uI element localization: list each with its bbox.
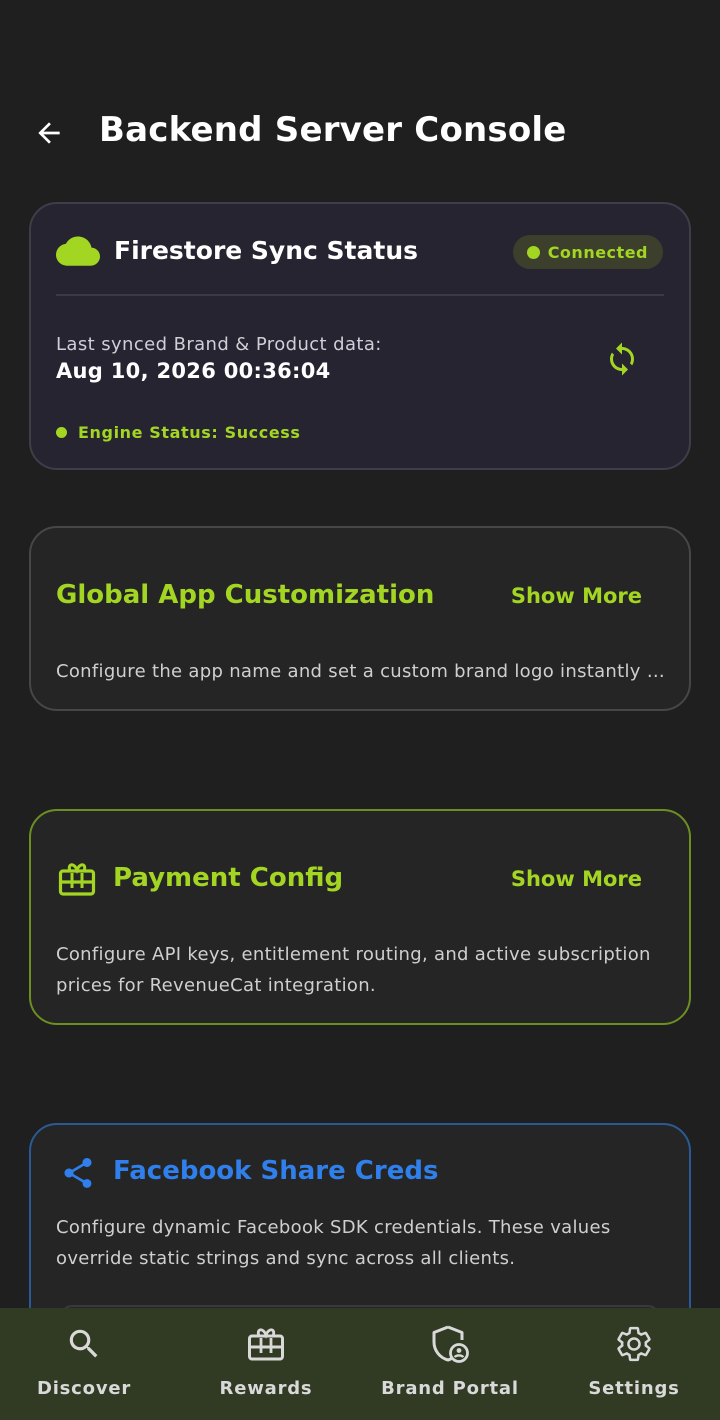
facebook-share-creds-description: Configure dynamic Facebook SDK credentia… bbox=[56, 1217, 611, 1269]
payment-config-show-more-button[interactable]: Show More bbox=[511, 867, 642, 891]
engine-status-label: Engine Status: Success bbox=[78, 423, 301, 442]
last-synced-timestamp: Aug 10, 2026 00:36:04 bbox=[56, 359, 331, 383]
status-dot bbox=[526, 245, 540, 259]
engine-status-dot bbox=[56, 427, 67, 438]
nav-item-rewards[interactable]: Rewards bbox=[204, 1308, 328, 1420]
screen: Backend Server Console Firestore Sync St… bbox=[0, 0, 720, 1420]
firestore-sync-card: Firestore Sync Status Connected Last syn… bbox=[29, 202, 691, 470]
share-icon bbox=[60, 1154, 96, 1196]
nav-label-brand-portal: Brand Portal bbox=[381, 1378, 519, 1399]
bottom-navigation: Discover Rewards Brand Portal Settings bbox=[0, 1308, 720, 1420]
last-synced-label: Last synced Brand & Product data: bbox=[56, 334, 382, 355]
cloud-icon bbox=[56, 235, 100, 271]
payment-config-title: Payment Config bbox=[113, 863, 344, 893]
shield-user-icon bbox=[430, 1324, 470, 1364]
connection-status-label: Connected bbox=[547, 242, 648, 262]
facebook-share-creds-title: Facebook Share Creds bbox=[113, 1156, 439, 1186]
gift-icon bbox=[246, 1324, 286, 1364]
sync-refresh-button[interactable] bbox=[601, 338, 643, 380]
engine-status: Engine Status: Success bbox=[56, 423, 301, 442]
gift-card-icon bbox=[58, 861, 96, 901]
app-header: Backend Server Console bbox=[0, 96, 720, 168]
page-title: Backend Server Console bbox=[99, 110, 567, 150]
payment-config-description: Configure API keys, entitlement routing,… bbox=[56, 944, 651, 996]
nav-label-settings: Settings bbox=[588, 1378, 680, 1399]
gear-icon bbox=[614, 1324, 654, 1364]
nav-item-settings[interactable]: Settings bbox=[574, 1308, 694, 1420]
nav-label-discover: Discover bbox=[36, 1378, 132, 1399]
payment-config-card[interactable]: Payment Config Show More Configure API k… bbox=[29, 809, 691, 1025]
nav-item-discover[interactable]: Discover bbox=[22, 1308, 146, 1420]
global-customization-description: Configure the app name and set a custom … bbox=[56, 661, 666, 682]
connection-status-badge: Connected bbox=[512, 235, 663, 269]
search-icon bbox=[64, 1324, 104, 1364]
sync-card-title: Firestore Sync Status bbox=[114, 236, 419, 265]
global-app-customization-card[interactable]: Global App Customization Show More Confi… bbox=[29, 526, 691, 711]
back-button[interactable] bbox=[28, 112, 70, 154]
global-customization-show-more-button[interactable]: Show More bbox=[511, 584, 642, 608]
arrow-left-icon bbox=[38, 122, 60, 144]
nav-label-rewards: Rewards bbox=[219, 1378, 313, 1399]
nav-item-brand-portal[interactable]: Brand Portal bbox=[380, 1308, 520, 1420]
global-customization-title: Global App Customization bbox=[56, 580, 435, 610]
divider bbox=[56, 294, 664, 296]
sync-refresh-icon bbox=[610, 342, 634, 376]
